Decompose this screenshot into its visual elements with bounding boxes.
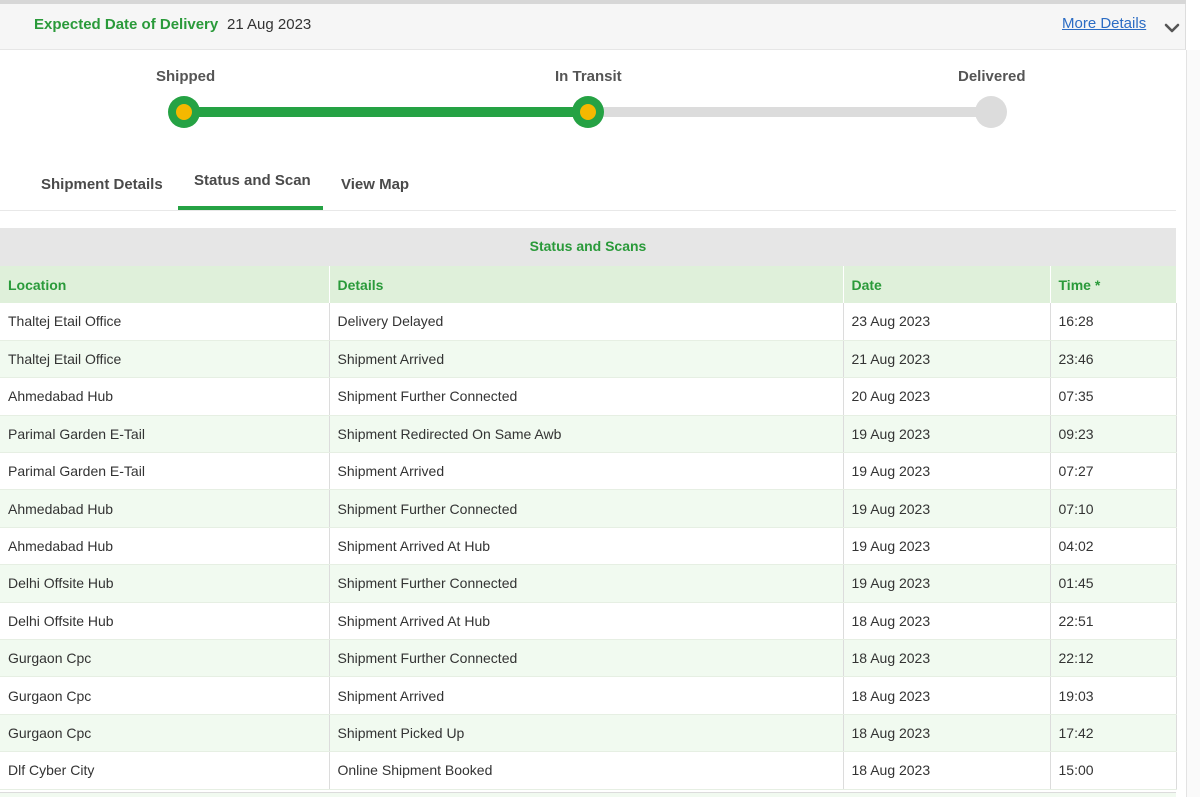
cell-location: Thaltej Etail Office [0,340,330,379]
table-row: Ahmedabad Hub Shipment Arrived At Hub 19 A… [0,527,1177,566]
table-header-row: Location Details Date Time * [0,266,1177,303]
cell-location: Ahmedabad Hub [0,527,330,566]
cell-time: 07:10 [1050,489,1177,528]
cell-date: 23 Aug 2023 [843,303,1051,341]
progress-track-fill [184,107,588,117]
cell-details: Shipment Further Connected [329,377,844,416]
step-node-in-transit [572,96,604,128]
step-label-shipped: Shipped [156,68,216,85]
cell-date: 18 Aug 2023 [843,676,1051,715]
cell-details: Shipment Redirected On Same Awb [329,415,844,454]
table-bottom-edge [0,792,1176,797]
cell-date: 18 Aug 2023 [843,602,1051,641]
cell-details: Shipment Arrived At Hub [329,602,844,641]
cell-time: 22:51 [1050,602,1177,641]
cell-date: 19 Aug 2023 [843,527,1051,566]
cell-time: 07:27 [1050,452,1177,491]
cell-location: Dlf Cyber City [0,751,330,790]
cell-details: Delivery Delayed [329,303,844,341]
more-details-link[interactable]: More Details [1062,15,1146,32]
cell-location: Ahmedabad Hub [0,377,330,416]
cell-details: Online Shipment Booked [329,751,844,790]
column-header-details: Details [329,266,844,303]
table-row: Gurgaon Cpc Shipment Picked Up 18 Aug 2023… [0,714,1177,753]
table-row: Parimal Garden E-Tail Shipment Redirected… [0,415,1177,454]
cell-details: Shipment Picked Up [329,714,844,753]
table-row: Thaltej Etail Office Delivery Delayed 23 A… [0,303,1177,341]
table-row: Ahmedabad Hub Shipment Further Connected 2… [0,377,1177,416]
cell-details: Shipment Further Connected [329,564,844,603]
cell-location: Gurgaon Cpc [0,639,330,678]
cell-time: 16:28 [1050,303,1177,341]
cell-details: Shipment Further Connected [329,639,844,678]
cell-location: Delhi Offsite Hub [0,564,330,603]
expected-delivery-date: 21 Aug 2023 [227,16,312,33]
scans-table: Location Details Date Time * Thaltej Eta… [0,266,1177,790]
cell-details: Shipment Further Connected [329,489,844,528]
table-row: Parimal Garden E-Tail Shipment Arrived 19 … [0,452,1177,491]
table-row: Thaltej Etail Office Shipment Arrived 21 A… [0,340,1177,379]
table-row: Delhi Offsite Hub Shipment Arrived At Hub… [0,602,1177,641]
cell-details: Shipment Arrived At Hub [329,527,844,566]
cell-location: Parimal Garden E-Tail [0,452,330,491]
cell-date: 21 Aug 2023 [843,340,1051,379]
cell-date: 18 Aug 2023 [843,714,1051,753]
cell-location: Thaltej Etail Office [0,303,330,341]
cell-time: 17:42 [1050,714,1177,753]
step-node-delivered [975,96,1007,128]
step-label-in-transit: In Transit [555,68,622,85]
cell-location: Gurgaon Cpc [0,714,330,753]
tracking-page: Expected Date of Delivery 21 Aug 2023 Mo… [0,0,1200,797]
cell-time: 04:02 [1050,527,1177,566]
tab-view-map[interactable]: View Map [341,176,409,193]
chevron-down-icon[interactable] [1162,18,1182,38]
cell-details: Shipment Arrived [329,452,844,491]
cell-time: 22:12 [1050,639,1177,678]
scans-table-body: Thaltej Etail Office Delivery Delayed 23 A… [0,303,1177,790]
tab-bar: Shipment Details Status and Scan View Ma… [0,158,1176,211]
cell-location: Ahmedabad Hub [0,489,330,528]
cell-time: 01:45 [1050,564,1177,603]
tab-status-and-scan[interactable]: Status and Scan [194,172,311,189]
cell-date: 19 Aug 2023 [843,564,1051,603]
cell-time: 09:23 [1050,415,1177,454]
cell-time: 19:03 [1050,676,1177,715]
cell-date: 18 Aug 2023 [843,639,1051,678]
column-header-location: Location [0,266,330,303]
table-row: Delhi Offsite Hub Shipment Further Connec… [0,564,1177,603]
cell-location: Parimal Garden E-Tail [0,415,330,454]
table-row: Ahmedabad Hub Shipment Further Connected 1… [0,489,1177,528]
delivery-header: Expected Date of Delivery 21 Aug 2023 Mo… [0,4,1186,50]
cell-date: 20 Aug 2023 [843,377,1051,416]
cell-details: Shipment Arrived [329,676,844,715]
status-and-scans-section: Status and Scans Location Details Date T… [0,228,1177,790]
cell-date: 19 Aug 2023 [843,415,1051,454]
step-label-delivered: Delivered [958,68,1026,85]
table-row: Gurgaon Cpc Shipment Further Connected 18 … [0,639,1177,678]
column-header-time: Time * [1050,266,1177,303]
step-dot [580,104,596,120]
expected-delivery-label: Expected Date of Delivery [34,16,219,33]
active-tab-indicator [178,206,323,210]
cell-date: 19 Aug 2023 [843,452,1051,491]
step-dot [176,104,192,120]
step-node-shipped [168,96,200,128]
cell-time: 07:35 [1050,377,1177,416]
cell-location: Gurgaon Cpc [0,676,330,715]
cell-time: 15:00 [1050,751,1177,790]
column-header-date: Date [843,266,1051,303]
cell-details: Shipment Arrived [329,340,844,379]
cell-date: 19 Aug 2023 [843,489,1051,528]
cell-location: Delhi Offsite Hub [0,602,330,641]
section-title: Status and Scans [0,228,1176,266]
cell-time: 23:46 [1050,340,1177,379]
scrollbar[interactable] [1186,50,1200,797]
table-row: Gurgaon Cpc Shipment Arrived 18 Aug 2023 19… [0,676,1177,715]
table-row: Dlf Cyber City Online Shipment Booked 18 A… [0,751,1177,790]
cell-date: 18 Aug 2023 [843,751,1051,790]
tab-shipment-details[interactable]: Shipment Details [41,176,163,193]
